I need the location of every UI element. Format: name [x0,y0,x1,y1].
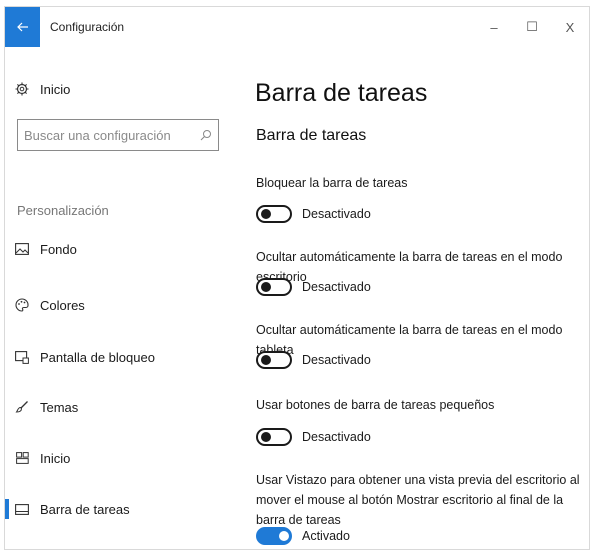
toggle-knob [261,282,271,292]
sidebar-item-label: Colores [40,297,85,313]
search-icon[interactable] [200,128,212,146]
back-button[interactable] [5,7,40,47]
toggle-state: Activado [302,529,350,543]
maximize-button[interactable]: ☐ [513,7,551,47]
lock-taskbar-setting: Desactivado [256,203,371,225]
sidebar-item-inicio[interactable]: Inicio [5,446,225,470]
active-indicator [5,499,9,519]
maximize-icon: ☐ [526,19,538,34]
sidebar-item-temas[interactable]: Temas [5,395,225,419]
toggle-knob [279,531,289,541]
gear-icon [15,82,29,96]
toggle-state: Desactivado [302,353,371,367]
lock-screen-icon [15,350,29,364]
section-label: Personalización [17,203,109,218]
taskbar-icon [15,502,29,516]
sidebar-item-barra-de-tareas[interactable]: Barra de tareas [5,497,225,521]
sidebar: Inicio Personalización Fondo Colores [5,47,227,549]
lock-taskbar-toggle[interactable] [256,205,292,223]
toggle-state: Desactivado [302,207,371,221]
minimize-button[interactable]: – [475,7,513,47]
window-title: Configuración [50,20,125,34]
autohide-tablet-toggle[interactable] [256,351,292,369]
sidebar-item-colores[interactable]: Colores [5,293,225,317]
setting-label: Usar botones de barra de tareas pequeños [256,398,495,412]
sidebar-item-label: Temas [40,399,79,415]
palette-icon [15,298,29,312]
minimize-icon: – [490,19,498,35]
autohide-tablet-setting: Desactivado [256,349,371,371]
title-bar: Configuración – ☐ X [5,7,589,47]
page-title: Barra de tareas [255,79,428,107]
image-icon [15,242,29,256]
peek-toggle[interactable] [256,527,292,545]
sidebar-item-label: Inicio [40,81,71,97]
arrow-left-icon [16,20,29,35]
small-buttons-setting: Desactivado [256,426,371,448]
sidebar-item-fondo[interactable]: Fondo [5,237,225,261]
sidebar-item-label: Pantalla de bloqueo [40,349,155,365]
settings-window: Configuración – ☐ X Inicio Personalizaci… [4,6,590,550]
start-icon [15,451,29,465]
toggle-state: Desactivado [302,280,371,294]
toggle-knob [261,355,271,365]
brush-icon [15,400,29,414]
sidebar-item-label: Barra de tareas [40,501,130,517]
autohide-desktop-toggle[interactable] [256,278,292,296]
setting-label: Bloquear la barra de tareas [256,176,408,190]
sidebar-item-label: Inicio [40,450,71,466]
close-button[interactable]: X [551,7,589,47]
sidebar-item-label: Fondo [40,241,77,257]
toggle-state: Desactivado [302,430,371,444]
close-icon: X [565,19,575,35]
autohide-desktop-setting: Desactivado [256,276,371,298]
search-box[interactable] [17,119,219,151]
setting-label: Usar Vistazo para obtener una vista prev… [256,473,580,527]
toggle-knob [261,432,271,442]
small-buttons-toggle[interactable] [256,428,292,446]
section-heading: Barra de tareas [256,127,367,144]
sidebar-item-pantalla-de-bloqueo[interactable]: Pantalla de bloqueo [5,345,225,369]
search-input[interactable] [24,121,194,149]
peek-setting: Activado [256,525,350,547]
sidebar-item-home[interactable]: Inicio [5,77,225,101]
toggle-knob [261,209,271,219]
